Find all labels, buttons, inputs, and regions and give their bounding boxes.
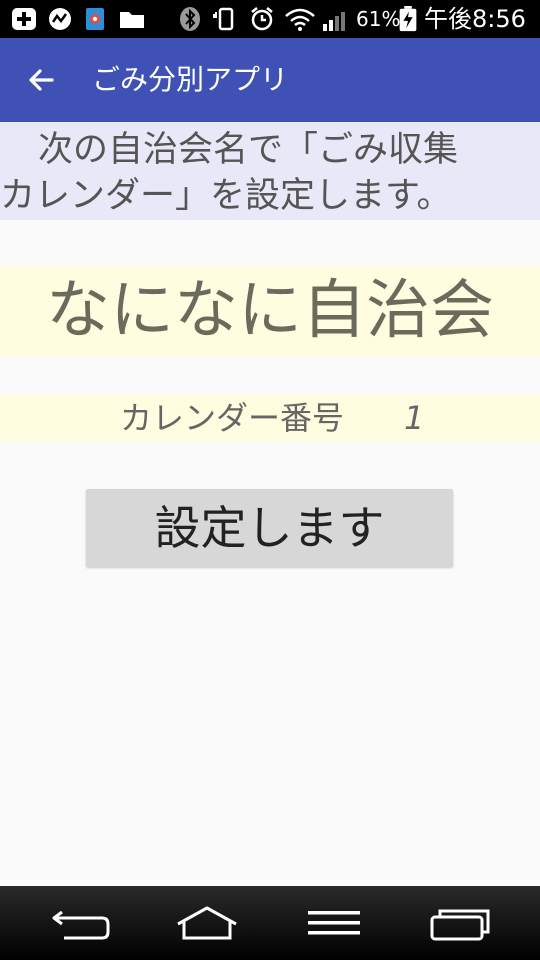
- back-icon[interactable]: [46, 902, 116, 946]
- signal-icon: [323, 12, 345, 31]
- folder-icon: [120, 12, 144, 28]
- recent-apps-icon[interactable]: [424, 902, 494, 946]
- battery-percent: 61%: [356, 7, 401, 31]
- home-icon[interactable]: [172, 902, 242, 946]
- calendar-number-value: 1: [404, 399, 425, 437]
- app-bar: ごみ分別アプリ: [0, 38, 540, 122]
- clock: 午後8:56: [424, 5, 526, 33]
- speed-icon: [49, 8, 71, 30]
- status-bar: 61% 午後8:56: [0, 0, 540, 38]
- navigation-bar: [0, 886, 540, 960]
- plus-box-icon: [12, 8, 36, 30]
- association-name: なになに自治会: [0, 266, 540, 356]
- instruction-line-1: 次の自治会名で「ごみ収集: [38, 130, 459, 170]
- calendar-number-label: カレンダー番号: [120, 399, 345, 437]
- instruction-banner: 次の自治会名で「ごみ収集 カレンダー」を設定します。: [0, 122, 540, 220]
- set-button[interactable]: 設定します: [86, 489, 453, 567]
- vibrate-icon: [213, 7, 234, 31]
- menu-icon[interactable]: [298, 902, 368, 946]
- instruction-line-2: カレンダー」を設定します。: [0, 176, 452, 216]
- calendar-number-row: カレンダー番号 1: [0, 395, 540, 441]
- app-shortcut-icon: [86, 8, 104, 30]
- app-title: ごみ分別アプリ: [92, 63, 289, 96]
- alarm-icon: [251, 7, 273, 31]
- arrow-back-icon[interactable]: [22, 60, 62, 100]
- battery-charging-icon: [399, 6, 417, 32]
- wifi-icon: [285, 8, 315, 31]
- bluetooth-icon: [180, 7, 200, 31]
